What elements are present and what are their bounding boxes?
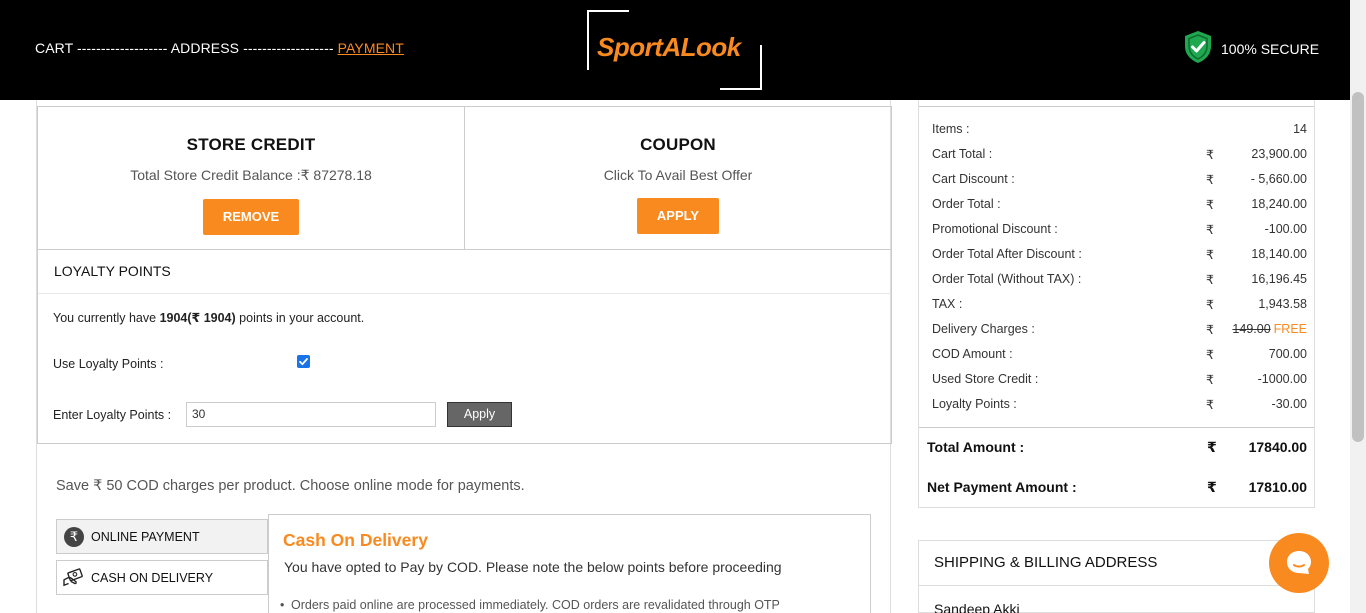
tab-cash-on-delivery[interactable]: CASH ON DELIVERY	[56, 560, 268, 595]
summary-row-items: Items : 14	[932, 122, 1307, 136]
summary-row-cart-discount: Cart Discount : ₹ - 5,660.00	[932, 172, 1307, 187]
scrollbar-thumb[interactable]	[1352, 92, 1364, 442]
cash-hand-icon	[63, 567, 85, 589]
step-address[interactable]: ADDRESS	[171, 40, 239, 56]
rupee-icon: ₹	[1206, 398, 1214, 412]
summary-divider	[919, 427, 1314, 428]
step-payment[interactable]: PAYMENT	[338, 40, 404, 56]
total-amount-value: 17840.00	[1248, 439, 1307, 455]
chat-widget-button[interactable]	[1269, 533, 1329, 593]
remove-store-credit-button[interactable]: REMOVE	[202, 199, 300, 235]
summary-row-cart-total: Cart Total : ₹ 23,900.00	[932, 147, 1307, 162]
tab-online-payment-label: ONLINE PAYMENT	[91, 529, 200, 544]
summary-row-cod-amount: COD Amount : ₹ 700.00	[932, 347, 1307, 362]
summary-row-promotional-discount: Promotional Discount : ₹ -100.00	[932, 222, 1307, 237]
coupon-panel: COUPON Click To Avail Best Offer APPLY	[464, 107, 891, 249]
coupon-subtitle[interactable]: Click To Avail Best Offer	[465, 167, 891, 183]
rupee-icon: ₹	[1206, 373, 1214, 387]
page-scrollbar[interactable]	[1350, 0, 1366, 613]
rupee-icon: ₹	[1206, 248, 1214, 262]
enter-loyalty-label: Enter Loyalty Points :	[53, 408, 172, 422]
check-icon	[299, 358, 308, 366]
rupee-icon: ₹	[1206, 348, 1214, 362]
credit-coupon-row: STORE CREDIT Total Store Credit Balance …	[37, 106, 892, 250]
tab-online-payment[interactable]: ₹ ONLINE PAYMENT	[56, 519, 268, 554]
cod-save-note: Save ₹ 50 COD charges per product. Choos…	[56, 478, 525, 494]
cod-description: You have opted to Pay by COD. Please not…	[284, 559, 782, 575]
secure-badge: 100% SECURE	[1183, 30, 1319, 67]
summary-top-divider	[919, 106, 1314, 107]
loyalty-points-input[interactable]: 30	[186, 402, 436, 427]
shipping-address-card: SHIPPING & BILLING ADDRESS Sandeep Akki	[918, 540, 1315, 613]
step-separator: -------------------	[77, 40, 168, 56]
chat-bubble-icon	[1287, 551, 1311, 574]
net-payment-value: 17810.00	[1248, 479, 1307, 495]
store-credit-title: STORE CREDIT	[186, 135, 316, 154]
shield-check-icon	[1183, 30, 1213, 67]
coupon-title: COUPON	[640, 135, 716, 154]
rupee-icon: ₹	[1206, 173, 1214, 187]
delivery-original-price: 149.00	[1232, 322, 1271, 336]
summary-row-loyalty: Loyalty Points : ₹ -30.00	[932, 397, 1307, 412]
cod-details-panel: Cash On Delivery You have opted to Pay b…	[268, 514, 871, 613]
apply-coupon-button[interactable]: APPLY	[636, 198, 720, 234]
logo-wordmark: SportALook	[597, 32, 741, 62]
free-delivery-label: FREE	[1273, 322, 1307, 336]
rupee-icon: ₹	[1206, 298, 1214, 312]
secure-label: 100% SECURE	[1221, 40, 1320, 57]
loyalty-balance-value: 1904(₹ 1904)	[159, 311, 236, 325]
cod-bullet-point: Orders paid online are processed immedia…	[280, 598, 780, 612]
rupee-icon: ₹	[1206, 273, 1214, 287]
payment-options-card: STORE CREDIT Total Store Credit Balance …	[36, 100, 892, 613]
rupee-icon: ₹	[1206, 323, 1214, 337]
loyalty-points-heading: LOYALTY POINTS	[38, 249, 891, 294]
loyalty-balance-text: You currently have 1904(₹ 1904) points i…	[53, 311, 365, 325]
use-loyalty-checkbox[interactable]	[297, 355, 310, 368]
summary-row-store-credit: Used Store Credit : ₹ -1000.00	[932, 372, 1307, 387]
apply-loyalty-button[interactable]: Apply	[447, 402, 512, 427]
loyalty-points-section: LOYALTY POINTS You currently have 1904(₹…	[37, 249, 892, 444]
rupee-icon: ₹	[1206, 148, 1214, 162]
sportalook-logo[interactable]: SportALook	[587, 10, 762, 90]
use-loyalty-label: Use Loyalty Points :	[53, 357, 164, 371]
cod-title: Cash On Delivery	[283, 530, 428, 550]
rupee-icon: ₹	[1207, 479, 1217, 495]
store-credit-panel: STORE CREDIT Total Store Credit Balance …	[38, 107, 464, 249]
summary-row-delivery: Delivery Charges : ₹ 149.00 FREE	[932, 322, 1307, 337]
summary-row-tax: TAX : ₹ 1,943.58	[932, 297, 1307, 312]
shipping-heading: SHIPPING & BILLING ADDRESS	[919, 541, 1314, 586]
rupee-icon: ₹	[1206, 223, 1214, 237]
checkout-steps: CART ------------------- ADDRESS -------…	[35, 40, 404, 56]
rupee-icon: ₹	[63, 526, 85, 548]
rupee-icon: ₹	[1206, 198, 1214, 212]
shipping-name: Sandeep Akki	[934, 601, 1020, 613]
tab-cash-on-delivery-label: CASH ON DELIVERY	[91, 570, 214, 585]
summary-row-order-total: Order Total : ₹ 18,240.00	[932, 197, 1307, 212]
step-separator: -------------------	[243, 40, 334, 56]
store-credit-balance: Total Store Credit Balance :₹ 87278.18	[130, 167, 372, 183]
summary-row-order-after-discount: Order Total After Discount : ₹ 18,140.00	[932, 247, 1307, 262]
summary-row-without-tax: Order Total (Without TAX) : ₹ 16,196.45	[932, 272, 1307, 287]
rupee-icon: ₹	[1207, 439, 1217, 455]
top-header: CART ------------------- ADDRESS -------…	[0, 0, 1350, 100]
order-summary: Items : 14 Cart Total : ₹ 23,900.00 Cart…	[918, 100, 1315, 508]
step-cart[interactable]: CART	[35, 40, 73, 56]
